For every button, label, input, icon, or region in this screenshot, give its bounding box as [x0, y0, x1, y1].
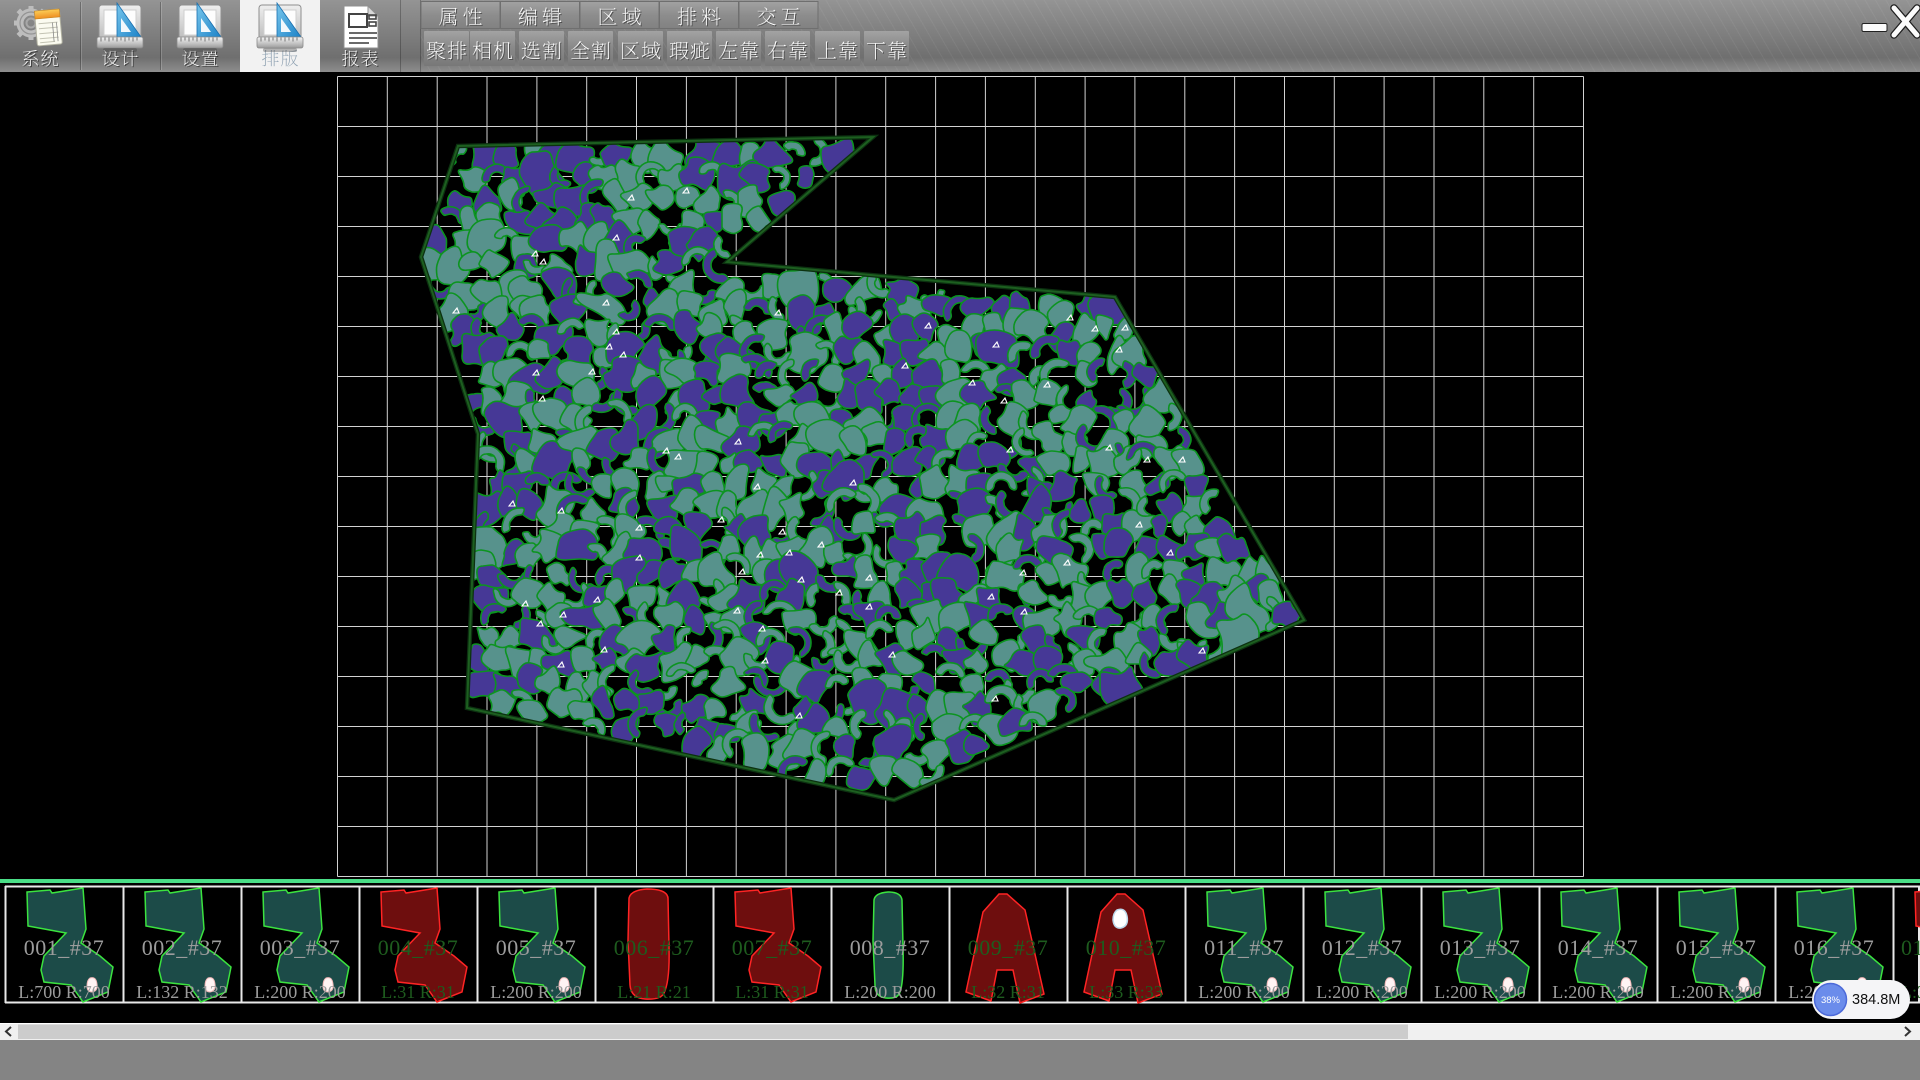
svg-text:010_#37: 010_#37 [1086, 935, 1167, 960]
svg-text:008_#37: 008_#37 [850, 935, 931, 960]
svg-text:002_#37: 002_#37 [142, 935, 223, 960]
svg-text:009_#37: 009_#37 [968, 935, 1049, 960]
svg-text:L:200 R:200: L:200 R:200 [254, 982, 346, 1002]
svg-text:011_#37: 011_#37 [1204, 935, 1284, 960]
svg-text:L:31 R:31: L:31 R:31 [735, 982, 809, 1002]
svg-text:L:33 R:33: L:33 R:33 [1089, 982, 1163, 1002]
svg-text:38%: 38% [1821, 995, 1841, 1006]
svg-text:012_#37: 012_#37 [1322, 935, 1403, 960]
svg-text:L:200 R:200: L:200 R:200 [1670, 982, 1762, 1002]
svg-text:014_#37: 014_#37 [1558, 935, 1639, 960]
svg-text:003_#37: 003_#37 [260, 935, 341, 960]
svg-text:384.8M: 384.8M [1852, 992, 1900, 1008]
svg-text:L:132 R:132: L:132 R:132 [136, 982, 228, 1002]
svg-text:006_#37: 006_#37 [614, 935, 695, 960]
svg-text:L:200 R:200: L:200 R:200 [844, 982, 936, 1002]
svg-text:L:21 R:21: L:21 R:21 [617, 982, 691, 1002]
svg-text:L:200 R:200: L:200 R:200 [490, 982, 582, 1002]
svg-text:004_#37: 004_#37 [378, 935, 459, 960]
svg-text:015_#37: 015_#37 [1676, 935, 1757, 960]
svg-text:L:700 R:700: L:700 R:700 [18, 982, 110, 1002]
svg-text:L:200 R:200: L:200 R:200 [1434, 982, 1526, 1002]
svg-text:L:31 R:31: L:31 R:31 [381, 982, 455, 1002]
svg-text:007_#37: 007_#37 [732, 935, 813, 960]
svg-text:001_#37: 001_#37 [24, 935, 105, 960]
svg-text:013_#37: 013_#37 [1440, 935, 1521, 960]
svg-text:L:200 R:200: L:200 R:200 [1316, 982, 1408, 1002]
svg-text:L:200 R:200: L:200 R:200 [1198, 982, 1290, 1002]
svg-text:L:200 R:200: L:200 R:200 [1552, 982, 1644, 1002]
svg-text:016_#37: 016_#37 [1794, 935, 1875, 960]
svg-text:L:32 R:31: L:32 R:31 [971, 982, 1045, 1002]
svg-text:017_#37: 017_#37 [1901, 935, 1920, 960]
svg-text:005_#37: 005_#37 [496, 935, 577, 960]
